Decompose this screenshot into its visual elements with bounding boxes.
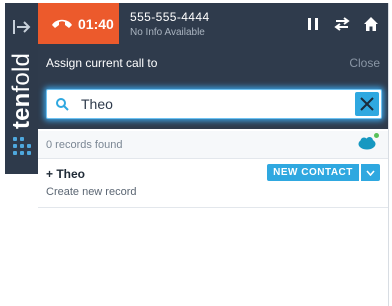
tenfold-logo-icon (13, 137, 32, 156)
clear-search-button[interactable] (355, 92, 379, 116)
records-status-row: 0 records found (38, 131, 388, 159)
list-item[interactable]: + Theo Create new record NEW CONTACT (38, 159, 388, 208)
call-panel: 01:40 555-555-4444 No Info Available Ass… (38, 3, 389, 306)
new-contact-button[interactable]: NEW CONTACT (267, 164, 359, 181)
hang-up-icon[interactable] (50, 16, 74, 30)
call-timer: 01:40 (78, 16, 114, 32)
records-count: 0 records found (46, 139, 123, 151)
result-subtitle: Create new record (46, 186, 137, 198)
caller-phone-number: 555-555-4444 (130, 10, 210, 24)
caller-info: No Info Available (130, 27, 205, 38)
assign-call-label: Assign current call to (46, 56, 158, 70)
expand-panel-icon[interactable] (12, 19, 32, 35)
salesforce-icon (358, 136, 376, 150)
chevron-down-icon (366, 170, 375, 176)
search-icon (56, 98, 69, 111)
close-icon (360, 97, 374, 111)
transfer-icon[interactable] (334, 16, 350, 32)
call-timer-box: 01:40 (38, 3, 119, 44)
new-record-dropdown-button[interactable] (361, 164, 380, 181)
pause-icon[interactable] (305, 16, 321, 32)
search-input[interactable] (81, 94, 321, 114)
search-box (46, 89, 382, 119)
brand-logo-text: tenfold (8, 52, 35, 130)
call-header: 01:40 555-555-4444 No Info Available Ass… (38, 3, 388, 129)
sidebar: tenfold (5, 3, 38, 174)
home-icon[interactable] (363, 16, 379, 32)
result-name: + Theo (46, 167, 86, 181)
close-button[interactable]: Close (349, 56, 380, 70)
status-dot-icon (374, 133, 379, 138)
